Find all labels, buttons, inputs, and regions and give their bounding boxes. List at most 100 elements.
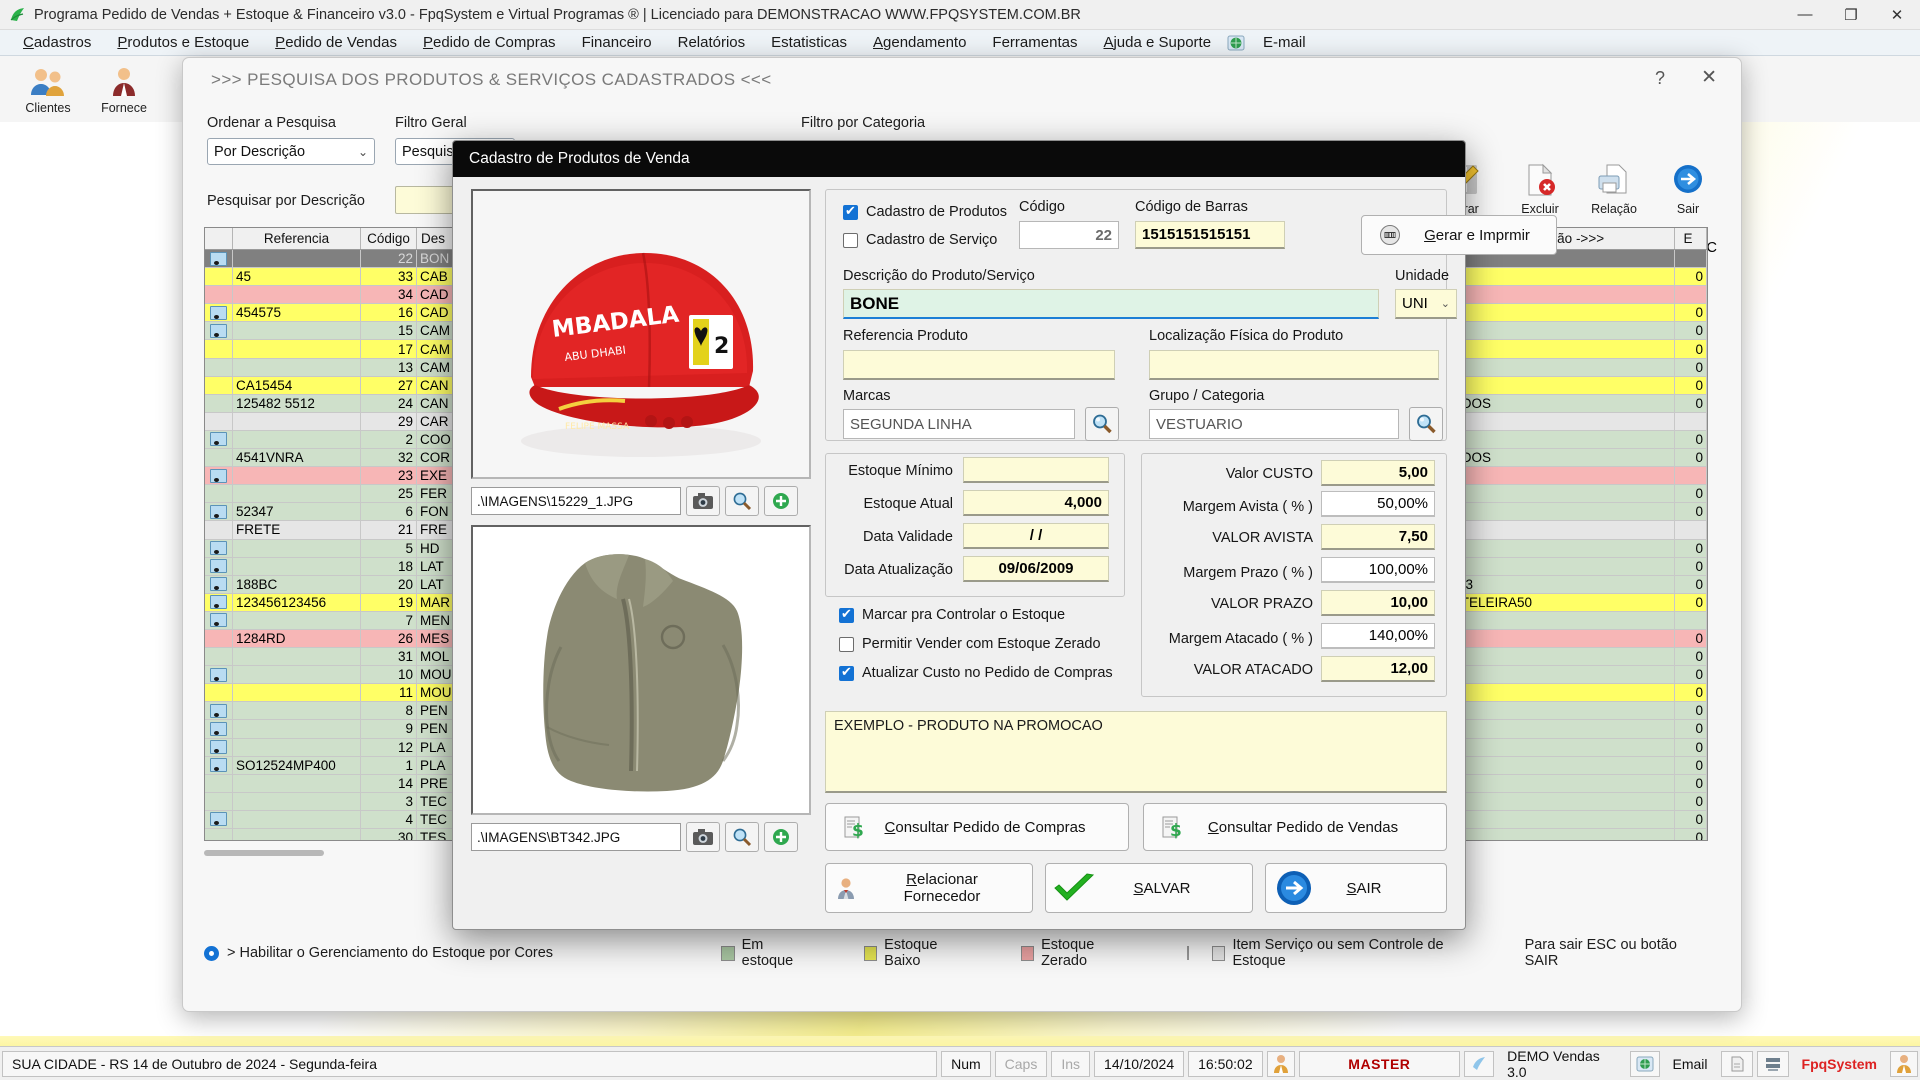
product-image-2[interactable] bbox=[471, 525, 811, 815]
codigo-field[interactable]: 22 bbox=[1019, 221, 1119, 249]
gerar-imprimir-button[interactable]: Gerar e Imprmir bbox=[1361, 215, 1557, 255]
order-label: Ordenar a Pesquisa bbox=[207, 115, 336, 131]
sair-button[interactable]: SAIR bbox=[1265, 863, 1447, 913]
menu-item-ajuda-suporte[interactable]: Ajuda e Suporte bbox=[1090, 32, 1224, 53]
maximize-button[interactable]: ❐ bbox=[1828, 0, 1874, 30]
menu-item-email[interactable]: E-mail bbox=[1250, 32, 1319, 53]
menu-item-cadastros[interactable]: CCadastrosadastros bbox=[10, 32, 104, 53]
cell-referencia: 123456123456 bbox=[233, 593, 361, 611]
consultar-pedido-vendas-button[interactable]: $ Consultar Pedido de Vendas bbox=[1143, 803, 1447, 851]
legend-toggle[interactable]: > Habilitar o Gerenciamento do Estoque p… bbox=[204, 945, 667, 961]
toolbar-excluir-button[interactable]: Excluir bbox=[1505, 158, 1575, 216]
grupo-search-button[interactable] bbox=[1409, 407, 1443, 441]
product-image-1[interactable]: MBADALA ABU DHABI 2 FELIPE MASSA bbox=[471, 189, 811, 479]
grid-col-codigo[interactable]: Código bbox=[361, 228, 417, 249]
status-email-label[interactable]: Email bbox=[1664, 1051, 1717, 1077]
checkbox-cadastro-servico-icon bbox=[843, 232, 858, 248]
status-printer-icon[interactable] bbox=[1720, 1050, 1753, 1077]
minimize-button[interactable]: — bbox=[1782, 0, 1828, 30]
checkbox-vender-zerado[interactable]: Permitir Vender com Estoque Zerado bbox=[839, 636, 1101, 652]
cell-estoque: 0 bbox=[1675, 557, 1707, 575]
exit-arrow-icon bbox=[1653, 158, 1723, 202]
unidade-select[interactable]: UNI ⌄ bbox=[1395, 289, 1457, 319]
image-2-path-field[interactable]: .\IMAGENS\BT342.JPG bbox=[471, 823, 681, 851]
data-validade-field[interactable]: / / bbox=[963, 523, 1109, 549]
consultar-pedido-compras-button[interactable]: $ Consultar Pedido de Compras bbox=[825, 803, 1129, 851]
toolbar-sair-button[interactable]: Sair bbox=[1653, 158, 1723, 216]
data-atualizacao-field[interactable]: 09/06/2009 bbox=[963, 556, 1109, 582]
grupo-field[interactable]: VESTUARIO bbox=[1149, 409, 1399, 439]
marcas-search-button[interactable] bbox=[1085, 407, 1119, 441]
camera-button-1[interactable] bbox=[686, 486, 720, 516]
menu-item-estatisticas[interactable]: Estatisticas bbox=[758, 32, 860, 53]
menu-item-pedido-compras[interactable]: Pedido de Compras bbox=[410, 32, 569, 53]
status-server-icon[interactable] bbox=[1756, 1050, 1789, 1077]
cell-codigo: 24 bbox=[361, 394, 417, 412]
estoque-minimo-field[interactable] bbox=[963, 457, 1109, 483]
margem-atacado-field[interactable]: 140,00% bbox=[1321, 623, 1435, 649]
codigo-label: Código bbox=[1019, 199, 1065, 215]
help-icon[interactable]: ? bbox=[1655, 68, 1665, 89]
localizacao-field[interactable] bbox=[1149, 350, 1439, 380]
status-fpq-label[interactable]: FpqSystem bbox=[1793, 1051, 1886, 1077]
margem-prazo-field[interactable]: 100,00% bbox=[1321, 557, 1435, 583]
row-image-icon bbox=[205, 286, 233, 304]
consultar-pedido-vendas-label: Consultar Pedido de Vendas bbox=[1207, 818, 1399, 836]
margem-avista-field[interactable]: 50,00% bbox=[1321, 491, 1435, 517]
cell-localizacao bbox=[1431, 792, 1675, 810]
cell-referencia bbox=[233, 539, 361, 557]
toolbar-clientes[interactable]: Clientes bbox=[10, 63, 86, 115]
valor-avista-field[interactable]: 7,50 bbox=[1321, 524, 1435, 550]
grid-col-referencia[interactable]: Referencia bbox=[233, 228, 361, 249]
grid-col-estoque[interactable]: E bbox=[1675, 228, 1707, 249]
product-register-dialog: Cadastro de Produtos de Venda MBADALA AB… bbox=[452, 140, 1557, 930]
add-image-button-1[interactable] bbox=[764, 486, 798, 516]
search-window-title: >>> PESQUISA DOS PRODUTOS & SERVIÇOS CAD… bbox=[211, 70, 772, 89]
close-button[interactable]: ✕ bbox=[1874, 0, 1920, 30]
row-image-icon bbox=[205, 304, 233, 322]
cell-estoque: 0 bbox=[1675, 738, 1707, 756]
money-document-icon: $ bbox=[826, 815, 882, 839]
zoom-button-2[interactable] bbox=[725, 822, 759, 852]
checkbox-atualizar-custo[interactable]: Atualizar Custo no Pedido de Compras bbox=[839, 664, 1113, 681]
cell-localizacao: PRATELEIRA50 bbox=[1431, 593, 1675, 611]
cell-estoque: 0 bbox=[1675, 648, 1707, 666]
cell-estoque: 0 bbox=[1675, 810, 1707, 828]
referencia-field[interactable] bbox=[843, 350, 1115, 380]
toolbar-fornecedores[interactable]: Fornece bbox=[86, 63, 162, 115]
relacionar-fornecedor-button[interactable]: Relacionar Fornecedor bbox=[825, 863, 1033, 913]
order-select[interactable]: Por Descrição ⌄ bbox=[207, 138, 375, 165]
menu-item-produtos-estoque[interactable]: Produtos e Estoque bbox=[104, 32, 262, 53]
cell-codigo: 12 bbox=[361, 738, 417, 756]
salvar-button[interactable]: SALVAR bbox=[1045, 863, 1253, 913]
valor-prazo-field[interactable]: 10,00 bbox=[1321, 590, 1435, 616]
checkbox-cadastro-servico-label: Cadastro de Serviço bbox=[866, 232, 998, 248]
menu-item-financeiro[interactable]: Financeiro bbox=[569, 32, 665, 53]
valor-custo-field[interactable]: 5,00 bbox=[1321, 460, 1435, 486]
barras-field[interactable]: 1515151515151 bbox=[1135, 221, 1285, 249]
notes-field[interactable]: EXEMPLO - PRODUTO NA PROMOCAO bbox=[825, 711, 1447, 793]
marcas-field[interactable]: SEGUNDA LINHA bbox=[843, 409, 1075, 439]
cell-estoque: 0 bbox=[1675, 268, 1707, 286]
checkbox-controlar-estoque[interactable]: Marcar pra Controlar o Estoque bbox=[839, 606, 1065, 623]
cell-codigo: 25 bbox=[361, 485, 417, 503]
image-1-path-field[interactable]: .\IMAGENS\15229_1.JPG bbox=[471, 487, 681, 515]
checkbox-cadastro-servico[interactable]: Cadastro de Serviço bbox=[843, 232, 997, 248]
camera-button-2[interactable] bbox=[686, 822, 720, 852]
checkbox-cadastro-produtos[interactable]: Cadastro de Produtos bbox=[843, 203, 1007, 220]
add-image-button-2[interactable] bbox=[764, 822, 798, 852]
search-window-close-icon[interactable]: ✕ bbox=[1701, 66, 1717, 89]
zoom-button-1[interactable] bbox=[725, 486, 759, 516]
app-logo-icon bbox=[8, 5, 28, 25]
cell-codigo: 34 bbox=[361, 286, 417, 304]
estoque-atual-field[interactable]: 4,000 bbox=[963, 490, 1109, 516]
estoque-atual-label: Estoque Atual bbox=[863, 496, 954, 512]
menu-item-relatorios[interactable]: Relatórios bbox=[665, 32, 759, 53]
menu-item-pedido-vendas[interactable]: Pedido de Vendas bbox=[262, 32, 410, 53]
cell-estoque: 0 bbox=[1675, 684, 1707, 702]
descricao-field[interactable]: BONE bbox=[843, 289, 1379, 319]
toolbar-relacao-button[interactable]: Relação bbox=[1579, 158, 1649, 216]
valor-atacado-field[interactable]: 12,00 bbox=[1321, 656, 1435, 682]
menu-item-agendamento[interactable]: Agendamento bbox=[860, 32, 979, 53]
menu-item-ferramentas[interactable]: Ferramentas bbox=[979, 32, 1090, 53]
